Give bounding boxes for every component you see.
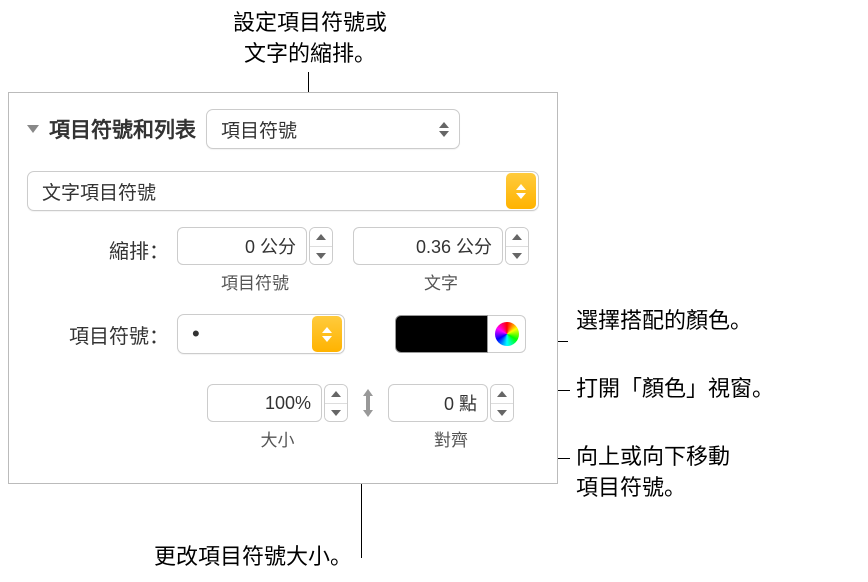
chevron-updown-icon xyxy=(506,173,536,209)
indent-bullet-sublabel: 項目符號 xyxy=(221,269,289,294)
stepper-up-icon[interactable] xyxy=(491,385,513,403)
indent-text-input[interactable]: 0.36 公分 xyxy=(353,227,503,265)
bullet-char: • xyxy=(192,321,200,347)
section-title: 項目符號和列表 xyxy=(49,114,196,144)
dropdown-label: 項目符號 xyxy=(221,116,297,143)
indent-bullet-group: 0 公分 項目符號 xyxy=(177,227,333,294)
bullet-char-dropdown[interactable]: • xyxy=(177,314,345,354)
align-group: 0 點 對齊 xyxy=(388,384,514,451)
stepper-down-icon[interactable] xyxy=(506,246,528,264)
vertical-align-icon xyxy=(354,384,382,422)
stepper-buttons[interactable] xyxy=(490,384,514,422)
callout-open-color: 打開「顏色」視窗。 xyxy=(576,374,774,405)
color-controls xyxy=(395,315,526,353)
bullet-label: 項目符號： xyxy=(27,320,177,349)
section-header: 項目符號和列表 項目符號 xyxy=(9,93,557,161)
dropdown-label: 文字項目符號 xyxy=(42,178,156,205)
size-input[interactable]: 100% xyxy=(207,384,322,422)
format-panel: 項目符號和列表 項目符號 文字項目符號 縮排： 0 公分 xyxy=(8,92,558,484)
bullet-char-row: 項目符號： • xyxy=(9,308,557,360)
color-swatch[interactable] xyxy=(395,315,488,353)
disclosure-triangle-icon[interactable] xyxy=(27,125,39,133)
indent-bullet-input[interactable]: 0 公分 xyxy=(177,227,307,265)
align-input[interactable]: 0 點 xyxy=(388,384,488,422)
color-wheel-icon xyxy=(495,322,519,346)
color-wheel-button[interactable] xyxy=(488,315,526,353)
list-style-dropdown[interactable]: 項目符號 xyxy=(206,109,460,149)
stepper-buttons[interactable] xyxy=(324,384,348,422)
stepper-down-icon[interactable] xyxy=(491,403,513,421)
size-sublabel: 大小 xyxy=(261,426,295,451)
stepper-down-icon[interactable] xyxy=(325,403,347,421)
stepper-up-icon[interactable] xyxy=(310,228,332,246)
align-sublabel: 對齊 xyxy=(434,426,468,451)
size-align-row: 100% 大小 0 點 對齊 xyxy=(9,378,557,457)
indent-row: 縮排： 0 公分 項目符號 0.36 公分 文字 xyxy=(9,221,557,300)
stepper-down-icon[interactable] xyxy=(310,246,332,264)
callout-indent: 設定項目符號或 文字的縮排。 xyxy=(185,8,435,70)
indent-text-group: 0.36 公分 文字 xyxy=(353,227,529,294)
stepper-up-icon[interactable] xyxy=(325,385,347,403)
callout-change-size: 更改項目符號大小。 xyxy=(154,542,352,573)
indent-label: 縮排： xyxy=(27,227,177,264)
stepper-buttons[interactable] xyxy=(505,227,529,265)
indent-text-sublabel: 文字 xyxy=(424,269,458,294)
stepper-up-icon[interactable] xyxy=(506,228,528,246)
size-group: 100% 大小 xyxy=(207,384,348,451)
bullet-type-dropdown[interactable]: 文字項目符號 xyxy=(27,171,539,211)
chevron-updown-icon xyxy=(312,316,342,352)
callout-move-bullet: 向上或向下移動 項目符號。 xyxy=(576,442,730,504)
callout-match-color: 選擇搭配的顏色。 xyxy=(576,306,752,337)
stepper-buttons[interactable] xyxy=(309,227,333,265)
chevron-updown-icon xyxy=(439,122,449,137)
